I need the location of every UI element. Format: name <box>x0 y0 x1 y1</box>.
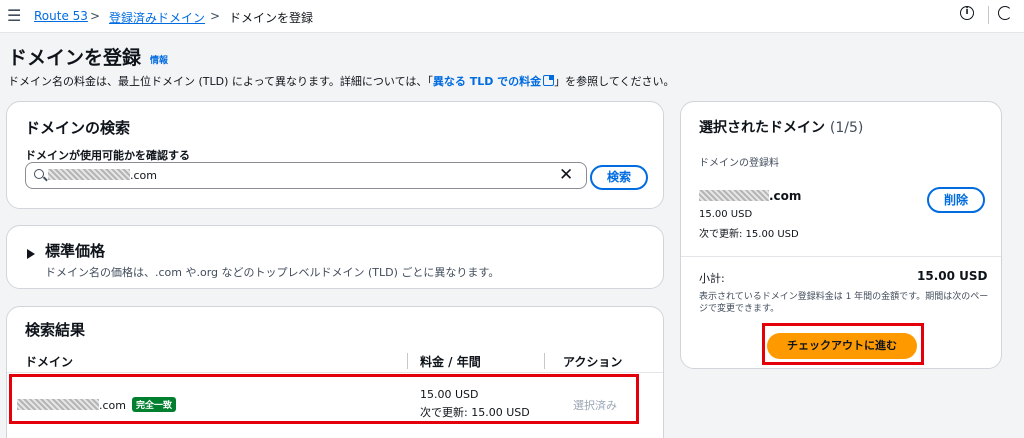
selected-domain-name: .com <box>699 189 801 203</box>
chevron-right-icon: > <box>90 9 101 23</box>
fee-note: 表示されているドメイン登録料金は 1 年間の金額です。期間は次のページで変更でき… <box>699 292 989 314</box>
info-icon[interactable]: i <box>960 6 974 20</box>
column-divider <box>544 353 545 369</box>
header-divider <box>7 372 663 373</box>
search-input-value: .com <box>48 169 157 182</box>
breadcrumb-current: ドメインを登録 <box>229 11 314 25</box>
breadcrumb-registered-domains[interactable]: 登録済みドメイン <box>109 9 205 26</box>
highlight-box <box>762 323 924 365</box>
domain-search-input[interactable]: .com ✕ <box>25 162 587 189</box>
selected-domain-price: 15.00 USD <box>699 209 753 220</box>
search-icon <box>34 169 44 179</box>
search-card-title: ドメインの検索 <box>25 119 131 137</box>
menu-icon[interactable]: ☰ <box>7 6 21 25</box>
highlight-box <box>9 374 639 424</box>
top-bar: ☰ Route 53 > 登録済みドメイン > ドメインを登録 i <box>0 0 1024 33</box>
divider <box>988 6 989 24</box>
remove-button[interactable]: 削除 <box>927 187 985 213</box>
selected-count: (1/5) <box>829 120 864 136</box>
breadcrumb-route53[interactable]: Route 53 <box>34 9 88 23</box>
column-header-action: アクション <box>563 355 623 369</box>
column-header-price: 料金 / 年間 <box>420 355 481 369</box>
external-link-icon <box>543 75 555 86</box>
clear-icon[interactable]: ✕ <box>559 165 573 185</box>
pricing-card-title[interactable]: 標準価格 <box>45 240 105 261</box>
desc-text-before: ドメイン名の料金は、最上位ドメイン (TLD) によって異なります。詳細について… <box>8 75 433 88</box>
chevron-right-icon: > <box>210 9 221 23</box>
caret-right-icon[interactable] <box>27 249 35 259</box>
redacted-domain <box>48 169 130 180</box>
registration-fee-label: ドメインの登録料 <box>699 158 779 169</box>
column-divider <box>407 353 408 369</box>
history-icon[interactable] <box>998 6 1012 20</box>
panel-divider <box>681 256 1001 257</box>
standard-pricing-card[interactable]: 標準価格 ドメイン名の価格は、.com や.org などのトップレベルドメイン … <box>6 225 664 289</box>
page-description: ドメイン名の料金は、最上位ドメイン (TLD) によって異なります。詳細について… <box>8 73 675 89</box>
redacted-domain <box>699 190 769 201</box>
pricing-card-description: ドメイン名の価格は、.com や.org などのトップレベルドメイン (TLD)… <box>45 266 500 279</box>
column-header-domain: ドメイン <box>25 355 74 369</box>
selected-domain-renewal: 次で更新: 15.00 USD <box>699 229 799 240</box>
search-field-label: ドメインが使用可能かを確認する <box>25 149 190 162</box>
subtotal-label: 小計: <box>699 272 725 285</box>
subtotal-value: 15.00 USD <box>917 269 988 283</box>
desc-text-after: 」を参照してください。 <box>554 75 675 88</box>
search-button[interactable]: 検索 <box>590 165 648 190</box>
domain-search-card: ドメインの検索 ドメインが使用可能かを確認する .com ✕ 検索 <box>6 101 664 209</box>
selected-panel-title: 選択されたドメイン (1/5) <box>699 120 864 136</box>
info-link[interactable]: 情報 <box>150 53 168 66</box>
results-card-title: 検索結果 <box>25 321 86 339</box>
tld-pricing-link[interactable]: 異なる TLD での料金 <box>433 75 555 88</box>
page-title: ドメインを登録 <box>8 47 142 69</box>
